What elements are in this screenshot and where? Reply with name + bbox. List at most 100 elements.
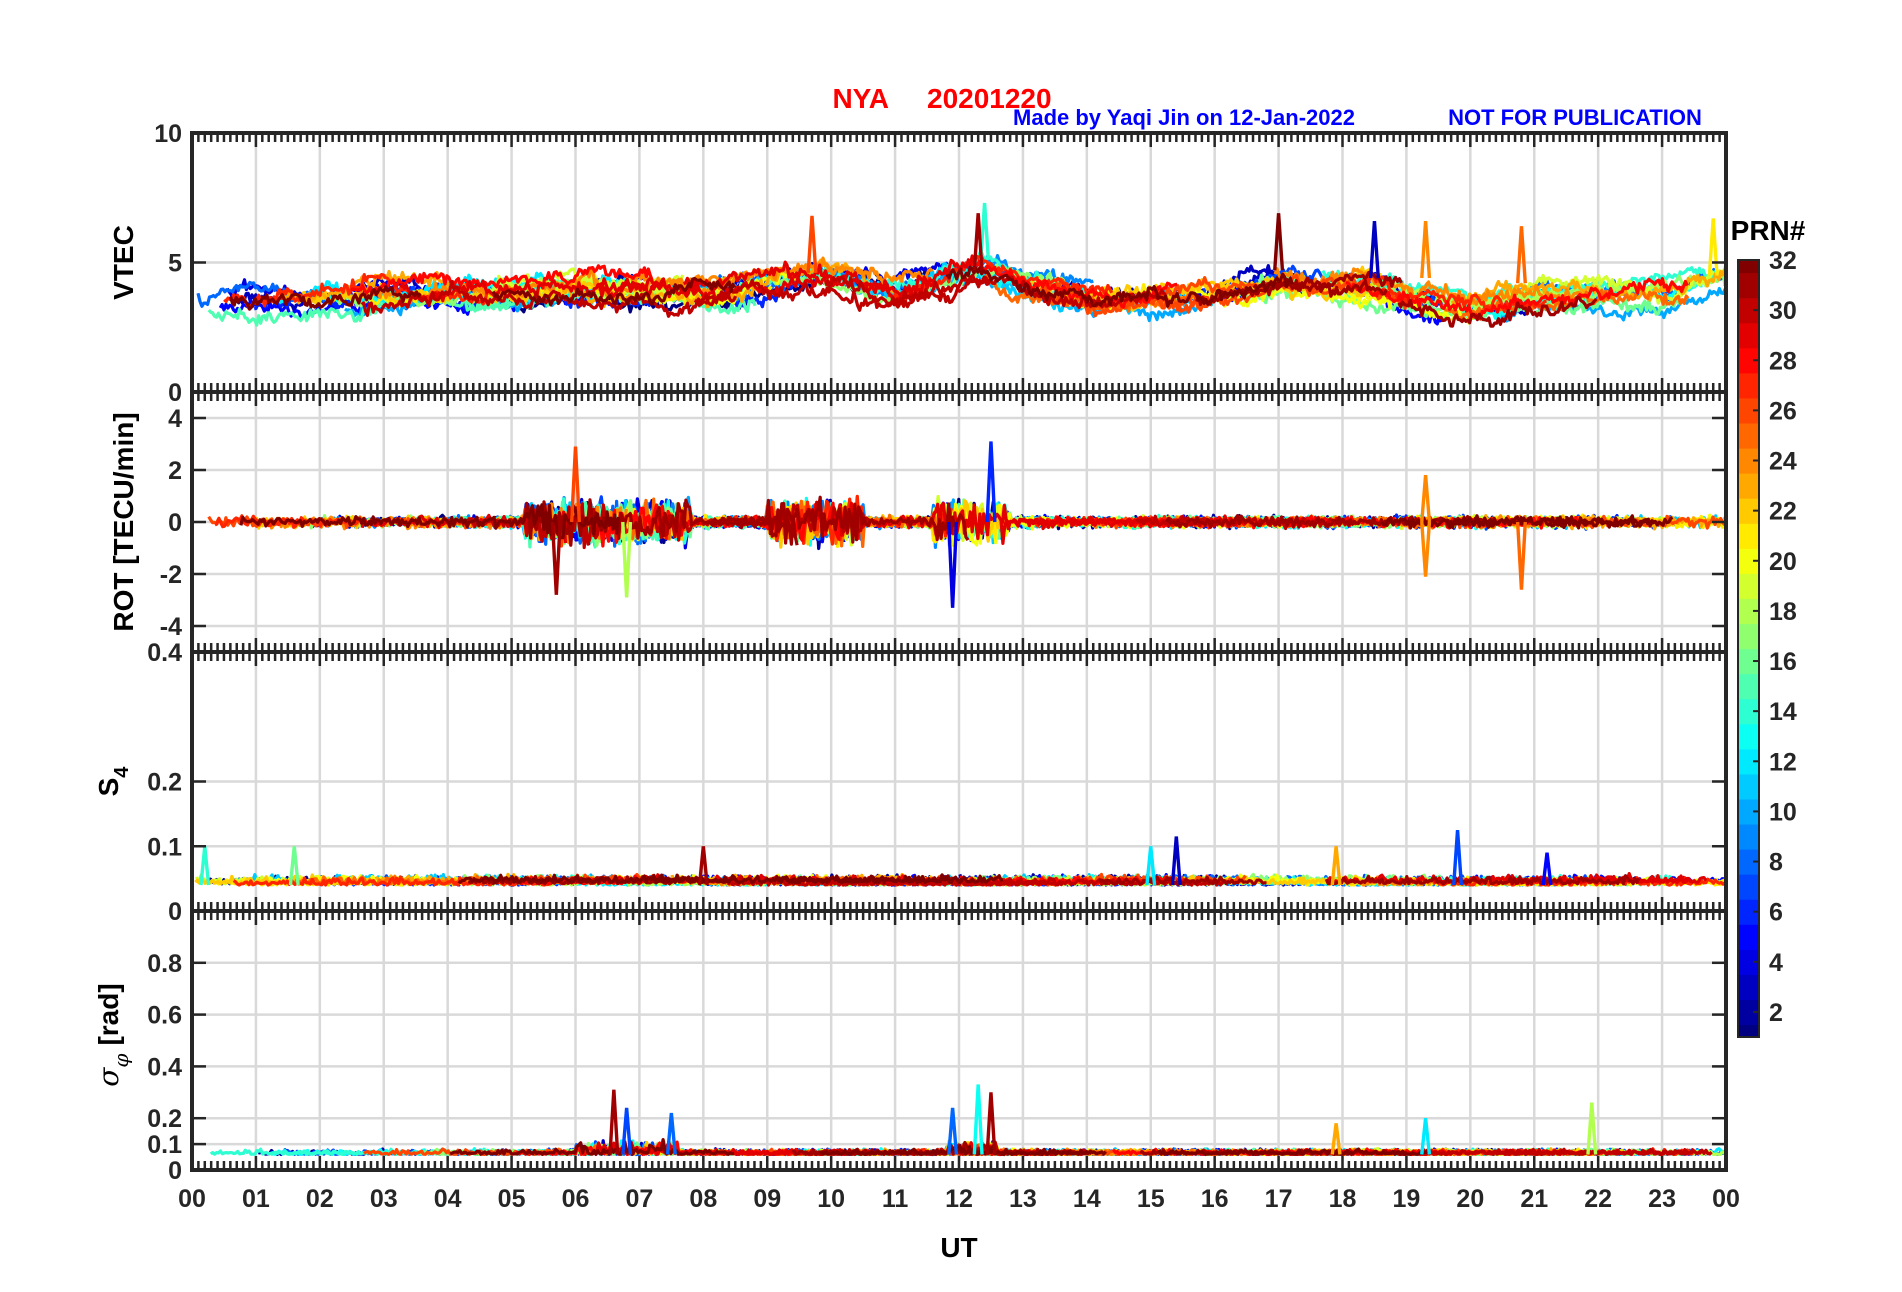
x-tick-label: 05 — [498, 1185, 526, 1213]
y-axis-label: ROT [TECU/min] — [108, 412, 139, 631]
x-axis-label: UT — [940, 1232, 977, 1263]
x-tick-label: 13 — [1009, 1185, 1037, 1213]
colorbar-tick-label: 14 — [1769, 698, 1797, 726]
x-tick-label: 23 — [1648, 1185, 1676, 1213]
y-tick-label: 0.1 — [147, 1131, 182, 1159]
colorbar-segment-17 — [1738, 623, 1759, 650]
x-tick-label: 06 — [562, 1185, 590, 1213]
panel-series-rot — [207, 441, 1726, 608]
chart-panels: 0510VTEC-4-2024ROT [TECU/min]00.10.20.4S… — [92, 120, 1728, 1185]
colorbar-segment-29 — [1738, 322, 1759, 349]
x-tick-label: 16 — [1201, 1185, 1229, 1213]
y-tick-label: 5 — [168, 250, 182, 278]
colorbar-label: PRN# — [1731, 215, 1806, 246]
colorbar-segment-21 — [1738, 523, 1759, 549]
x-tick-label: 02 — [306, 1185, 334, 1213]
colorbar-segment-25 — [1738, 422, 1759, 449]
y-tick-label: 0.4 — [147, 1053, 182, 1081]
colorbar-segment-7 — [1738, 874, 1759, 900]
panel-rot: -4 -2 0 2 4 ROT [TECU/min] — [108, 390, 1728, 654]
x-tick-label: 10 — [817, 1185, 845, 1213]
colorbar-segment-1 — [1738, 1024, 1759, 1038]
y-tick-label: 0.2 — [147, 1105, 182, 1133]
colorbar-tick-label: 6 — [1769, 899, 1783, 927]
colorbar-segment-15 — [1738, 673, 1759, 700]
panel-sigma_phi: 00.10.2 0.4 0.6 0.8 σφ[rad] — [92, 909, 1728, 1185]
peak-prn-3 — [1368, 220, 1380, 279]
x-tick-label: 22 — [1584, 1185, 1612, 1213]
credit-notice: NOT FOR PUBLICATION — [1448, 105, 1702, 130]
colorbar-tick-label: 10 — [1769, 798, 1797, 826]
y-axis-label: S4 — [93, 766, 133, 797]
y-tick-label: 0 — [168, 509, 182, 537]
x-tick-label: 12 — [945, 1185, 973, 1213]
colorbar-tick-label: 4 — [1769, 949, 1783, 977]
peak-prn-7 — [1452, 829, 1464, 886]
x-tick-label: 00 — [178, 1185, 206, 1213]
colorbar-segment-5 — [1738, 924, 1759, 950]
colorbar-segment-9 — [1738, 823, 1759, 850]
peak-prn-18 — [1586, 1102, 1598, 1155]
y-tick-label: -2 — [160, 561, 182, 589]
panel-vtec: 0 5 10 VTEC — [108, 120, 1728, 407]
y-tick-label: 0 — [168, 898, 182, 926]
y-tick-label: 0 — [168, 1157, 182, 1185]
x-tick-label: 19 — [1393, 1185, 1421, 1213]
colorbar-tick-label: 24 — [1769, 448, 1797, 476]
x-tick-label: 00 — [1712, 1185, 1740, 1213]
peak-prn-24 — [1420, 220, 1432, 279]
colorbar-tick-label: 8 — [1769, 849, 1783, 877]
colorbar-tick-label: 30 — [1769, 297, 1797, 325]
y-tick-label: 0.8 — [147, 950, 182, 978]
x-tick-label: 09 — [753, 1185, 781, 1213]
peak-prn-24 — [1420, 475, 1432, 523]
colorbar-segment-13 — [1738, 723, 1759, 750]
x-tick-label: 01 — [242, 1185, 270, 1213]
panel-s4: 0 0.1 0.2 0.4 S4 — [93, 639, 1728, 926]
x-tick-label: 07 — [626, 1185, 654, 1213]
y-tick-label: 0.2 — [147, 769, 182, 797]
peak-prn-21 — [1707, 218, 1719, 276]
y-tick-label: 10 — [154, 120, 182, 148]
peak-prn-25 — [1515, 226, 1527, 284]
colorbar-tick-label: 22 — [1769, 498, 1797, 526]
panel-series-s4 — [194, 829, 1726, 887]
x-tick-label: 03 — [370, 1185, 398, 1213]
y-tick-label: 0 — [168, 379, 182, 407]
x-tick-label: 08 — [689, 1185, 717, 1213]
colorbar-tick-label: 32 — [1769, 247, 1797, 275]
x-tick-label: 17 — [1265, 1185, 1293, 1213]
y-axis-label: σφ[rad] — [92, 983, 133, 1086]
colorbar-tick-label: 18 — [1769, 598, 1797, 626]
y-axis-label: VTEC — [108, 225, 139, 300]
y-tick-label: 4 — [168, 405, 182, 433]
colorbar-segment-32 — [1738, 260, 1759, 274]
colorbar-tick-label: 28 — [1769, 347, 1797, 375]
y-tick-label: 0.6 — [147, 1002, 182, 1030]
x-tick-label: 20 — [1456, 1185, 1484, 1213]
panel-series-vtec — [196, 202, 1726, 328]
colorbar-segment-23 — [1738, 473, 1759, 499]
colorbar-tick-label: 16 — [1769, 648, 1797, 676]
x-tick-label: 04 — [434, 1185, 462, 1213]
colorbar-tick-label: 20 — [1769, 548, 1797, 576]
x-tick-label: 18 — [1329, 1185, 1357, 1213]
peak-prn-25 — [1515, 521, 1527, 590]
colorbar-segment-11 — [1738, 773, 1759, 800]
y-tick-label: -4 — [160, 613, 182, 641]
peak-prn-24 — [1420, 521, 1432, 577]
colorbar-tick-label: 2 — [1769, 999, 1783, 1027]
colorbar-segment-3 — [1738, 974, 1759, 1001]
colorbar-segment-27 — [1738, 372, 1759, 399]
x-tick-label: 14 — [1073, 1185, 1101, 1213]
x-tick-label: 11 — [882, 1185, 909, 1213]
y-tick-label: 0.4 — [147, 639, 182, 667]
title-station: NYA — [832, 83, 889, 114]
colorbar-segment-31 — [1738, 272, 1759, 299]
x-tick-label: 15 — [1137, 1185, 1165, 1213]
prn-colorbar: 2468101214161820222426283032 — [1737, 247, 1797, 1038]
x-axis: 00 01 02 03 04 05 06 07 08 09 10 11 12 13 14 15 16 17 18 19… — [178, 1185, 1740, 1213]
x-tick-label: 21 — [1520, 1185, 1548, 1213]
colorbar-segment-19 — [1738, 573, 1759, 599]
y-tick-label: 2 — [168, 457, 182, 485]
